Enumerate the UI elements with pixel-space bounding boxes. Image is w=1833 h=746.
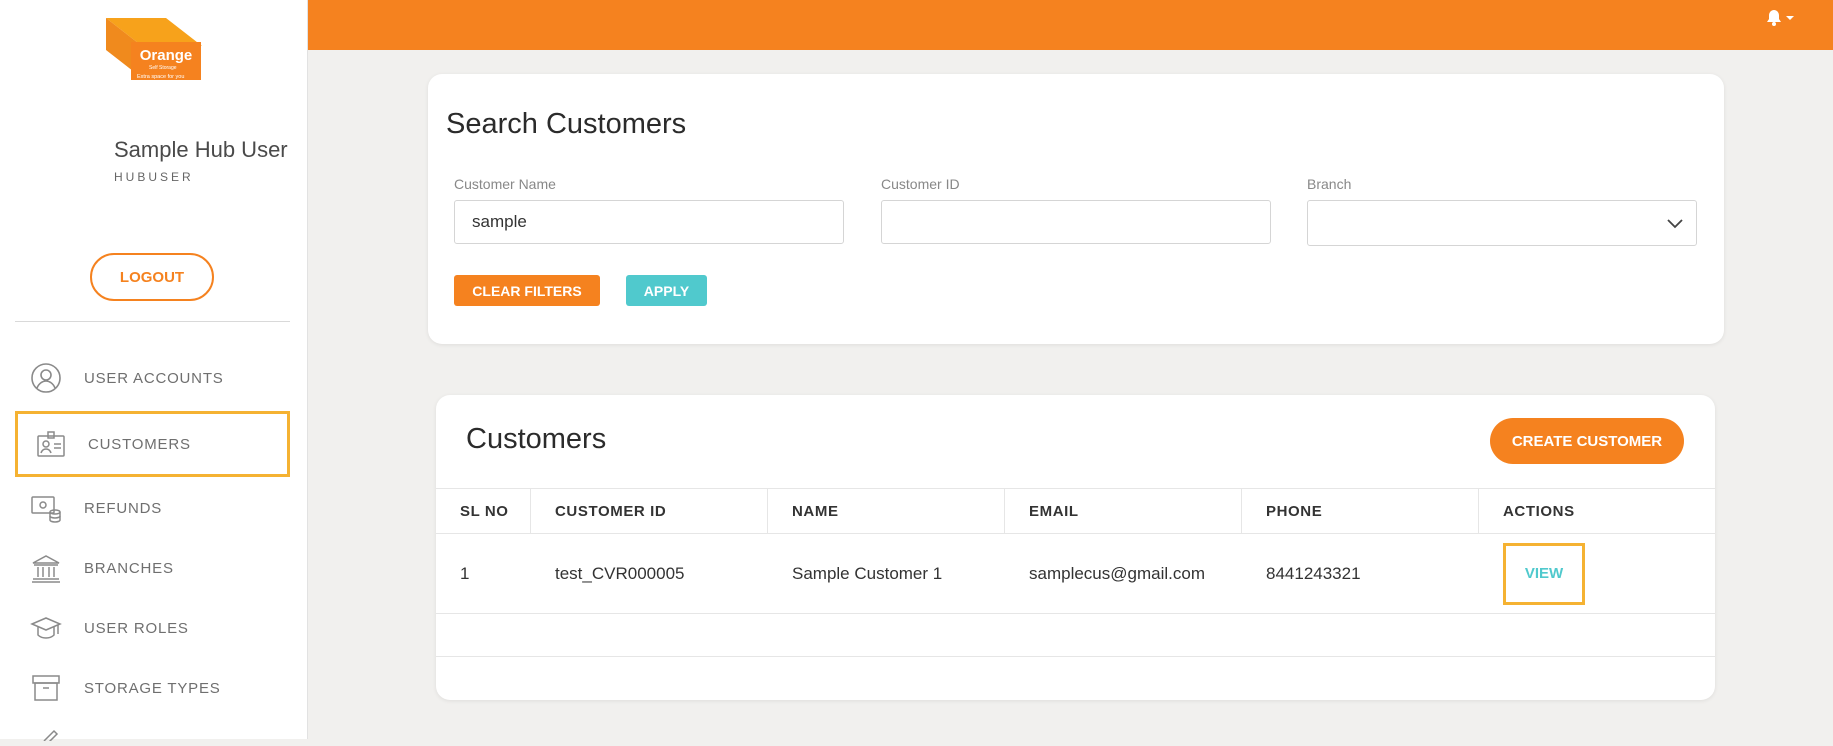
column-header-email: EMAIL [1005,489,1242,533]
cell-sl-no: 1 [460,563,470,583]
sidebar: Orange Self Storage Extra space for you … [0,0,308,745]
column-header-customer-id: CUSTOMER ID [531,489,768,533]
user-role: HUBUSER [114,170,194,184]
column-header-name: NAME [768,489,1005,533]
graduation-cap-icon [29,611,63,645]
caret-down-icon [1786,16,1794,20]
search-customers-card: Search Customers Customer Name sample Cu… [428,74,1724,344]
bank-icon [29,551,63,585]
cell-actions: VIEW [1479,534,1715,613]
sidebar-item-label: REFUNDS [84,499,163,517]
cell-email: samplecus@gmail.com [1029,563,1205,583]
sidebar-divider [15,321,290,322]
logo-tagline: Extra space for you [137,74,184,80]
top-bar [308,0,1833,50]
sidebar-item-label: USER ACCOUNTS [84,369,224,387]
customers-table: SL NO CUSTOMER ID NAME EMAIL PHONE ACTIO… [436,488,1715,699]
user-circle-icon [29,361,63,395]
chevron-down-icon [1666,215,1684,235]
sidebar-item-user-roles[interactable]: USER ROLES [15,600,290,656]
sidebar-item-storage-types[interactable]: STORAGE TYPES [15,660,290,716]
notification-menu[interactable] [1765,8,1797,33]
refund-icon [29,491,63,525]
apply-button[interactable]: APPLY [626,275,707,306]
view-button[interactable]: VIEW [1503,542,1585,605]
sidebar-item-customers[interactable]: CUSTOMERS [15,411,290,477]
sidebar-item-branches[interactable]: BRANCHES [15,540,290,596]
branch-label: Branch [1307,176,1352,192]
sidebar-item-label: STORAGE TYPES [84,679,221,697]
sidebar-item-label: CUSTOMERS [88,435,191,453]
customer-name-input[interactable]: sample [454,200,844,244]
bell-icon [1767,10,1781,26]
create-customer-button[interactable]: CREATE CUSTOMER [1490,418,1684,464]
sidebar-item-refunds[interactable]: REFUNDS [15,480,290,536]
id-card-icon [34,427,68,461]
sidebar-item-label: BRANCHES [84,559,174,577]
branch-select[interactable] [1307,200,1697,246]
customers-card: Customers CREATE CUSTOMER SL NO CUSTOMER… [436,395,1715,700]
table-empty-row [436,613,1715,656]
table-row: 1 test_CVR000005 Sample Customer 1 sampl… [436,533,1715,613]
cell-phone: 8441243321 [1266,563,1361,583]
table-empty-row [436,656,1715,699]
customer-id-label: Customer ID [881,176,960,192]
pencil-icon [42,728,62,746]
logo-text: Orange [140,47,193,64]
customer-name-label: Customer Name [454,176,556,192]
search-title: Search Customers [446,108,687,140]
column-header-sl-no: SL NO [436,489,531,533]
sidebar-item-user-accounts[interactable]: USER ACCOUNTS [15,350,290,406]
cell-customer-id: test_CVR000005 [555,563,685,583]
column-header-phone: PHONE [1242,489,1479,533]
logo-subtext: Self Storage [149,65,177,71]
table-header-row: SL NO CUSTOMER ID NAME EMAIL PHONE ACTIO… [436,488,1715,533]
column-header-actions: ACTIONS [1503,502,1575,520]
archive-box-icon [29,671,63,705]
customer-id-input[interactable] [881,200,1271,244]
orange-logo[interactable]: Orange Self Storage Extra space for you [104,16,204,82]
user-name: Sample Hub User [114,137,288,162]
sidebar-item-label: USER ROLES [84,619,189,637]
logout-button[interactable]: LOGOUT [90,253,214,301]
cell-name: Sample Customer 1 [792,563,943,583]
clear-filters-button[interactable]: CLEAR FILTERS [454,275,600,306]
customers-title: Customers [466,423,607,455]
